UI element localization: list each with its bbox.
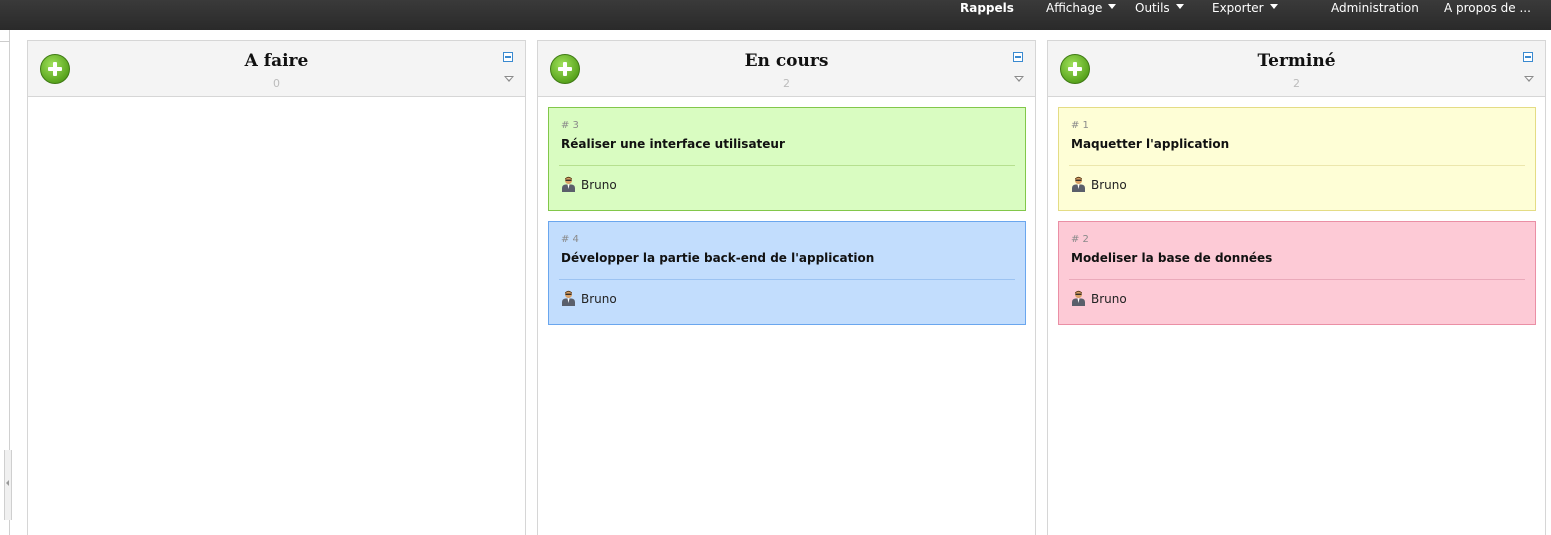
card-id: # 2 [1071,234,1089,245]
card-divider [559,165,1015,166]
column-header: A faire 0 [28,41,525,97]
top-menu-bar: Rappels Affichage Outils Exporter Admini… [0,0,1551,30]
triangle-down-icon[interactable] [1524,76,1534,82]
card-id: # 4 [561,234,579,245]
menu-outils[interactable]: Outils [1135,0,1184,30]
column-title: A faire [244,51,309,71]
menu-label: Rappels [960,1,1014,15]
task-card[interactable]: # 2 Modeliser la base de données Bruno [1058,221,1536,325]
column-header: En cours 2 [538,41,1035,97]
collapse-icon[interactable] [1523,52,1533,62]
panel-splitter-handle[interactable] [4,450,12,520]
column-termine: Terminé 2 # 1 Maquetter l'application Br… [1047,40,1546,535]
collapse-arrow-icon [6,480,9,486]
user-icon [562,290,575,306]
card-assignee: Bruno [1091,292,1127,306]
left-panel-header-edge [0,30,10,42]
menu-a-propos[interactable]: A propos de ... [1444,0,1531,30]
card-assignee: Bruno [581,292,617,306]
column-card-count: 2 [783,77,790,90]
menu-exporter[interactable]: Exporter [1212,0,1278,30]
triangle-down-icon[interactable] [1014,76,1024,82]
triangle-down-icon[interactable] [504,76,514,82]
menu-label: Administration [1331,1,1419,15]
menu-label: A propos de ... [1444,1,1531,15]
dropdown-caret-icon [1175,4,1184,9]
task-card[interactable]: # 4 Développer la partie back-end de l'a… [548,221,1026,325]
dropdown-caret-icon [1269,4,1278,9]
card-title: Développer la partie back-end de l'appli… [561,251,875,265]
card-title: Réaliser une interface utilisateur [561,137,785,151]
menu-rappels[interactable]: Rappels [960,0,1014,30]
card-assignee: Bruno [581,178,617,192]
column-header: Terminé 2 [1048,41,1545,97]
column-card-count: 2 [1293,77,1300,90]
menu-label: Outils [1135,1,1170,15]
user-icon [562,176,575,192]
card-id: # 3 [561,120,579,131]
column-a-faire: A faire 0 [27,40,526,535]
card-title: Modeliser la base de données [1071,251,1273,265]
dropdown-caret-icon [1108,4,1117,9]
card-divider [559,279,1015,280]
user-icon [1072,290,1085,306]
column-title: En cours [744,51,829,71]
menu-label: Exporter [1212,1,1264,15]
menu-administration[interactable]: Administration [1331,0,1419,30]
task-card[interactable]: # 1 Maquetter l'application Bruno [1058,107,1536,211]
menu-label: Affichage [1046,1,1103,15]
card-id: # 1 [1071,120,1089,131]
card-divider [1069,279,1525,280]
collapse-icon[interactable] [503,52,513,62]
column-title: Terminé [1257,51,1336,71]
card-divider [1069,165,1525,166]
column-card-count: 0 [273,77,280,90]
collapse-icon[interactable] [1013,52,1023,62]
column-en-cours: En cours 2 # 3 Réaliser une interface ut… [537,40,1036,535]
task-card[interactable]: # 3 Réaliser une interface utilisateur B… [548,107,1026,211]
user-icon [1072,176,1085,192]
menu-affichage[interactable]: Affichage [1046,0,1117,30]
card-title: Maquetter l'application [1071,137,1230,151]
card-assignee: Bruno [1091,178,1127,192]
